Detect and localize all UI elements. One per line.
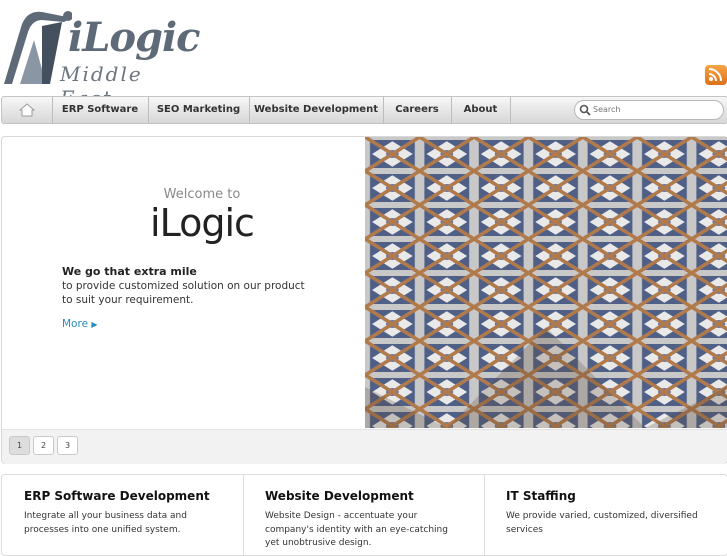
home-icon <box>18 103 36 117</box>
welcome-text: Welcome to <box>163 187 241 202</box>
logo-text: iLogic <box>68 14 201 61</box>
feature-title: ERP Software Development <box>24 489 210 503</box>
arrow-right-icon: ▶ <box>91 320 98 329</box>
feature-website[interactable]: Website Development Website Design - acc… <box>243 475 485 555</box>
feature-staffing[interactable]: IT Staffing We provide varied, customize… <box>484 475 725 555</box>
hero-brand: iLogic <box>150 201 255 245</box>
search-box[interactable] <box>574 100 724 120</box>
nav-item-erp-software[interactable]: ERP Software <box>52 97 149 123</box>
hero-tagline: We go that extra mile <box>62 265 197 278</box>
page-button-1[interactable]: 1 <box>9 436 30 455</box>
main-nav: ERP Software SEO Marketing Website Devel… <box>1 96 727 124</box>
more-link[interactable]: More ▶ <box>62 318 98 330</box>
feature-columns: ERP Software Development Integrate all y… <box>1 474 727 556</box>
search-icon <box>579 104 591 116</box>
hero-image <box>365 137 727 428</box>
nav-item-seo-marketing[interactable]: SEO Marketing <box>148 97 250 123</box>
site-header: iLogic Middle East <box>0 0 727 110</box>
feature-text: Website Design - accentuate your company… <box>265 511 448 548</box>
feature-text: Integrate all your business data and pro… <box>24 511 187 535</box>
feature-title: IT Staffing <box>506 489 576 503</box>
feature-text: We provide varied, customized, diversifi… <box>506 511 698 535</box>
feature-erp[interactable]: ERP Software Development Integrate all y… <box>2 475 244 555</box>
search-input[interactable] <box>593 103 717 116</box>
feature-title: Website Development <box>265 489 414 503</box>
home-button[interactable] <box>2 97 53 123</box>
page-button-3[interactable]: 3 <box>57 436 78 455</box>
slider-pager: 1 2 3 <box>2 429 727 464</box>
rss-icon[interactable] <box>705 65 727 85</box>
logo[interactable]: iLogic Middle East <box>2 6 202 110</box>
more-label: More <box>62 318 89 330</box>
page-button-2[interactable]: 2 <box>33 436 54 455</box>
hero-slider: Welcome to iLogic We go that extra mile … <box>1 136 727 464</box>
nav-item-website-development[interactable]: Website Development <box>249 97 384 123</box>
hero-description: to provide customized solution on our pr… <box>62 280 305 306</box>
nav-item-about[interactable]: About <box>451 97 511 123</box>
geometric-pattern-image <box>365 137 727 428</box>
nav-item-careers[interactable]: Careers <box>383 97 452 123</box>
